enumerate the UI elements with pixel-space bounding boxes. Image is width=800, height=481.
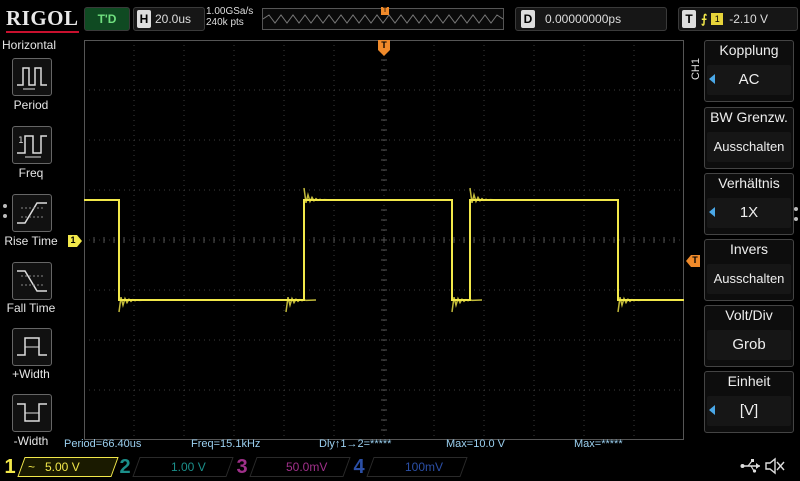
- probe-ratio-menu-item[interactable]: Verhältnis 1X: [704, 173, 794, 235]
- memory-depth: 240k pts: [206, 17, 244, 28]
- acquisition-info: 1.00GSa/s 240k pts: [206, 6, 253, 28]
- rigol-logo: RIGOL: [6, 6, 79, 33]
- positive-width-button[interactable]: [12, 328, 52, 366]
- waveform-display[interactable]: [84, 40, 684, 440]
- menu-page-dot: [3, 214, 7, 218]
- fall-time-button[interactable]: [12, 262, 52, 300]
- fall-time-label: Fall Time: [6, 301, 56, 315]
- channel2-tab[interactable]: 2 1.00 V: [117, 455, 234, 478]
- coupling-menu-item[interactable]: Kopplung AC: [704, 40, 794, 102]
- menu-page-dot: [794, 217, 798, 221]
- trigger-key: T: [682, 10, 696, 28]
- positive-width-label: +Width: [12, 367, 50, 381]
- sample-rate: 1.00GSa/s: [206, 6, 254, 17]
- negative-width-icon: [17, 403, 47, 422]
- measurement-bar: Period=66.40us Freq=15.1kHz Dly↑1→2=****…: [64, 438, 704, 452]
- trigger-top-marker-label: T: [381, 40, 387, 50]
- channel4-tab[interactable]: 4 100mV: [351, 455, 468, 478]
- period-icon: [17, 67, 47, 90]
- svg-text:1: 1: [18, 136, 24, 146]
- channel1-scale: 5.00 V: [45, 460, 80, 474]
- channel4-number: 4: [353, 455, 365, 478]
- bandwidth-limit-title: BW Grenzw.: [710, 109, 788, 125]
- rise-time-button[interactable]: [12, 194, 52, 232]
- trigger-position-marker: T: [381, 7, 389, 15]
- coupling-left-arrow-icon: [709, 74, 715, 84]
- trigger-level-marker-label: T: [692, 255, 698, 265]
- delay-value: 0.00000000ps: [545, 12, 622, 26]
- channel3-number: 3: [236, 455, 248, 478]
- period-label: Period: [13, 98, 49, 112]
- trigger-level: -2.10 V: [729, 12, 768, 26]
- usb-icon: [740, 458, 762, 474]
- timebase-value: 20.0us: [155, 12, 192, 26]
- volt-div-menu-item[interactable]: Volt/Div Grob: [704, 305, 794, 367]
- period-button[interactable]: [12, 58, 52, 96]
- trigger-source-badge: 1: [711, 13, 724, 25]
- volt-div-value: Grob: [707, 330, 791, 360]
- trigger-indicator[interactable]: T ⨍ 1 -2.10 V: [678, 7, 798, 31]
- invert-menu-item[interactable]: Invers Ausschalten: [704, 239, 794, 301]
- coupling-title: Kopplung: [719, 42, 779, 58]
- measurement-frequency: Freq=15.1kHz: [191, 438, 261, 450]
- coupling-value: AC: [707, 65, 791, 95]
- freq-label: Freq: [18, 166, 44, 180]
- menu-page-dot: [794, 207, 798, 211]
- channel3-scale: 50.0mV: [286, 460, 328, 474]
- probe-ratio-title: Verhältnis: [718, 175, 780, 191]
- frequency-icon: 1: [17, 135, 47, 158]
- measurement-max: Max=10.0 V: [446, 438, 506, 450]
- measurement-period: Period=66.40us: [64, 438, 142, 450]
- channel3-tab[interactable]: 3 50.0mV: [234, 455, 351, 478]
- measurement-max-2: Max=*****: [574, 438, 623, 450]
- trigger-level-marker[interactable]: T: [686, 254, 700, 267]
- bandwidth-limit-menu-item[interactable]: BW Grenzw. Ausschalten: [704, 107, 794, 169]
- negative-width-button[interactable]: [12, 394, 52, 432]
- unit-value: [V]: [707, 396, 791, 426]
- delay-indicator[interactable]: D 0.00000000ps: [515, 7, 667, 31]
- bandwidth-limit-value: Ausschalten: [707, 132, 791, 162]
- positive-width-icon: [17, 337, 47, 356]
- invert-value: Ausschalten: [707, 264, 791, 294]
- channel4-scale: 100mV: [405, 460, 444, 474]
- left-menu-title: Horizontal: [2, 38, 57, 52]
- freq-button[interactable]: 1: [12, 126, 52, 164]
- channel1-marker-label: 1: [70, 235, 76, 245]
- timebase-key: H: [137, 10, 151, 28]
- graticule: [84, 40, 684, 440]
- channel2-scale: 1.00 V: [171, 460, 206, 474]
- negative-width-label: -Width: [13, 434, 49, 448]
- measurement-delay: Dly↑1→2=*****: [319, 438, 392, 450]
- unit-title: Einheit: [727, 373, 771, 389]
- delay-key: D: [521, 10, 535, 28]
- unit-menu-item[interactable]: Einheit [V]: [704, 371, 794, 433]
- invert-title: Invers: [729, 241, 769, 257]
- timebase-indicator[interactable]: H 20.0us: [133, 7, 205, 31]
- menu-page-dot: [3, 204, 7, 208]
- channel-menu-label: CH1: [690, 58, 702, 81]
- probe-ratio-left-arrow-icon: [709, 207, 715, 217]
- channel1-offset-marker[interactable]: 1: [68, 234, 82, 247]
- channel1-number: 1: [4, 455, 16, 478]
- unit-left-arrow-icon: [709, 405, 715, 415]
- rise-time-icon: [17, 202, 47, 224]
- probe-ratio-value: 1X: [707, 198, 791, 228]
- channel1-tab[interactable]: 1 ~ 5.00 V: [2, 455, 119, 478]
- trigger-status-badge: T'D: [84, 7, 130, 31]
- trigger-top-marker[interactable]: T: [378, 40, 390, 56]
- ac-coupling-icon: ~: [28, 460, 36, 474]
- volt-div-title: Volt/Div: [725, 307, 773, 323]
- fall-time-icon: [17, 270, 47, 292]
- falling-edge-icon: ⨍: [701, 12, 708, 26]
- rise-time-label: Rise Time: [4, 234, 58, 248]
- channel2-number: 2: [119, 455, 131, 478]
- speaker-muted-icon[interactable]: [764, 456, 786, 476]
